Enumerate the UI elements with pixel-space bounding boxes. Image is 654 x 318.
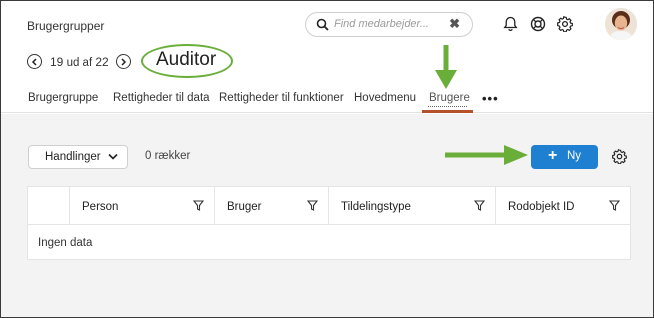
tab-brugere[interactable]: Brugere: [429, 92, 470, 104]
pager-total: 22: [95, 55, 109, 69]
active-tab-focus-outline: [428, 106, 467, 107]
tab-brugergruppe[interactable]: Brugergruppe: [28, 92, 98, 104]
filter-icon[interactable]: [474, 200, 485, 211]
bell-icon[interactable]: [503, 16, 518, 32]
column-header-label: Person: [82, 201, 119, 213]
pager-position: 19 ud af 22: [50, 55, 109, 69]
page-header: Brugergrupper Find medarbejder... ✖ 19 u…: [1, 1, 653, 113]
chevron-left-icon: [31, 57, 37, 66]
plus-icon: +: [548, 147, 558, 164]
pager-of-text: ud af: [66, 57, 93, 69]
actions-dropdown[interactable]: Handlinger: [28, 145, 128, 169]
filter-icon[interactable]: [193, 200, 204, 211]
filter-icon[interactable]: [307, 200, 318, 211]
tab-hovedmenu[interactable]: Hovedmenu: [354, 92, 416, 104]
search-placeholder: Find medarbejder...: [334, 18, 429, 30]
avatar[interactable]: [605, 8, 637, 40]
column-header-person[interactable]: Person: [70, 187, 215, 225]
select-column-header[interactable]: [28, 187, 70, 225]
active-tab-indicator: [422, 110, 473, 113]
empty-table-message: Ingen data: [38, 237, 93, 249]
new-button-annotation-arrow: [445, 145, 528, 165]
row-count: 0 rækker: [145, 150, 191, 162]
pager-current: 19: [50, 55, 64, 69]
previous-record-button[interactable]: [27, 54, 42, 69]
more-tabs-icon[interactable]: •••: [482, 91, 499, 106]
column-header-label: Tildelingstype: [341, 201, 411, 213]
chevron-right-icon: [121, 57, 127, 66]
column-header-label: Rodobjekt ID: [508, 201, 575, 213]
search-icon: [316, 18, 329, 31]
chevron-down-icon: [108, 153, 118, 160]
column-header-label: Bruger: [227, 201, 262, 213]
search-input[interactable]: Find medarbejder... ✖: [305, 12, 473, 37]
new-button-label: Ny: [567, 150, 582, 162]
users-table: Person Bruger Tildelingstype Rodobjekt I…: [27, 186, 631, 260]
column-header-rodobjekt-id[interactable]: Rodobjekt ID: [496, 187, 630, 225]
avatar-image: [605, 8, 637, 40]
column-header-bruger[interactable]: Bruger: [215, 187, 329, 225]
next-record-button[interactable]: [116, 54, 131, 69]
clear-icon[interactable]: ✖: [449, 16, 460, 32]
table-settings-gear-icon[interactable]: [612, 149, 627, 164]
tab-rettigheder-data[interactable]: Rettigheder til data: [113, 92, 210, 104]
tab-rettigheder-funktioner[interactable]: Rettigheder til funktioner: [219, 92, 344, 104]
gear-icon[interactable]: [557, 16, 573, 32]
help-lifebuoy-icon[interactable]: [530, 16, 546, 32]
filter-icon[interactable]: [609, 200, 620, 211]
page-title: Auditor: [156, 49, 217, 70]
actions-dropdown-label: Handlinger: [45, 151, 101, 163]
breadcrumb[interactable]: Brugergrupper: [27, 19, 104, 33]
column-header-tildelingstype[interactable]: Tildelingstype: [329, 187, 496, 225]
tab-annotation-arrow: [435, 45, 457, 89]
new-button[interactable]: + Ny: [531, 145, 598, 169]
